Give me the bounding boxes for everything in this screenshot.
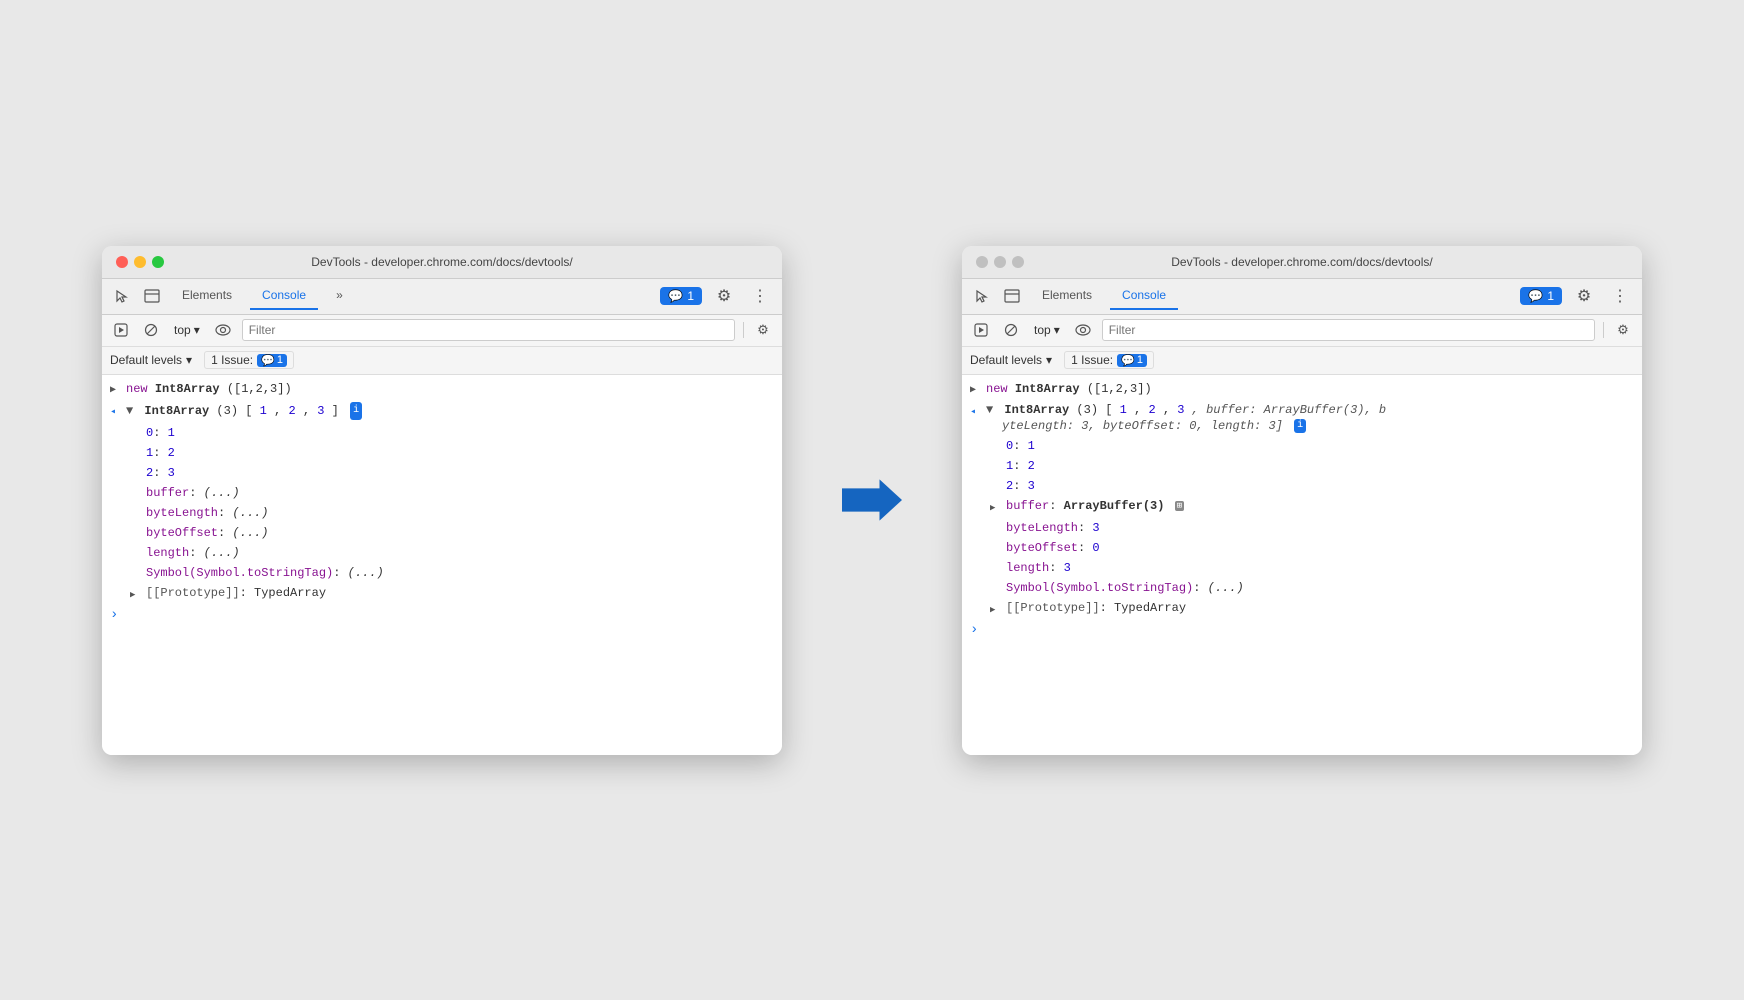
right-maximize-button[interactable] <box>1012 256 1024 268</box>
context-label: top <box>174 323 191 337</box>
issues-count: 💬 1 <box>257 354 287 367</box>
console-prop-proto: ▶ [[Prototype]]: TypedArray <box>102 583 782 605</box>
right-more-icon[interactable]: ⋮ <box>1606 282 1634 310</box>
window-title: DevTools - developer.chrome.com/docs/dev… <box>311 255 572 269</box>
right-separator <box>1603 322 1604 338</box>
left-tab-bar: Elements Console » 💬 1 ⚙ ⋮ <box>102 279 782 315</box>
right-expand-back-arrow[interactable]: ◂ <box>970 402 986 422</box>
console-prop-symbol: Symbol(Symbol.toStringTag): (...) <box>102 563 782 583</box>
context-selector[interactable]: top ▾ <box>170 321 204 339</box>
right-console-content: ▶ new Int8Array ([1,2,3]) ◂ ▼ Int8Array … <box>962 375 1642 755</box>
default-levels[interactable]: Default levels ▾ <box>110 353 192 367</box>
right-context-label: top <box>1034 323 1051 337</box>
right-tab-console[interactable]: Console <box>1110 282 1178 310</box>
left-console-content: ▶ new Int8Array ([1,2,3]) ◂ ▼ Int8Array … <box>102 375 782 755</box>
cursor-icon[interactable] <box>110 284 134 308</box>
right-console-prop-1: 1: 2 <box>962 456 1642 476</box>
settings-small-icon[interactable]: ⚙ <box>752 319 774 341</box>
issues-badge[interactable]: 1 Issue: 💬 1 <box>204 351 294 369</box>
console-output-header: ◂ ▼ Int8Array (3) [ 1 , 2 , 3 ] i <box>102 401 782 423</box>
dock-icon[interactable] <box>140 284 164 308</box>
right-console-prop-bytelength: byteLength: 3 <box>962 518 1642 538</box>
close-button[interactable] <box>116 256 128 268</box>
right-context-selector[interactable]: top ▾ <box>1030 321 1064 339</box>
right-close-button[interactable] <box>976 256 988 268</box>
right-console-prop-buffer: ▶ buffer: ArrayBuffer(3) ⊞ <box>962 496 1642 518</box>
right-settings-small-icon[interactable]: ⚙ <box>1612 319 1634 341</box>
left-tab-bar-left: Elements Console » <box>110 282 355 310</box>
right-console-prop-symbol: Symbol(Symbol.toStringTag): (...) <box>962 578 1642 598</box>
console-prop-1: 1: 2 <box>102 443 782 463</box>
right-issues-count: 💬 1 <box>1117 354 1147 367</box>
right-play-icon[interactable] <box>970 319 992 341</box>
tab-elements[interactable]: Elements <box>170 282 244 310</box>
left-title-bar: DevTools - developer.chrome.com/docs/dev… <box>102 246 782 279</box>
chevron-down-icon: ▾ <box>194 323 200 337</box>
left-issues-bar: Default levels ▾ 1 Issue: 💬 1 <box>102 347 782 375</box>
right-tab-bar: Elements Console 💬 1 ⚙ ⋮ <box>962 279 1642 315</box>
right-tab-bar-right: 💬 1 ⚙ ⋮ <box>1520 282 1634 310</box>
console-prop-byteoffset: byteOffset: (...) <box>102 523 782 543</box>
right-tab-bar-left: Elements Console <box>970 282 1178 310</box>
console-prop-2: 2: 3 <box>102 463 782 483</box>
right-default-levels[interactable]: Default levels ▾ <box>970 353 1052 367</box>
right-console-prop-byteoffset: byteOffset: 0 <box>962 538 1642 558</box>
right-cursor-icon[interactable] <box>970 284 994 308</box>
left-devtools-window: DevTools - developer.chrome.com/docs/dev… <box>102 246 782 755</box>
console-prop-length: length: (...) <box>102 543 782 563</box>
right-issues-badge[interactable]: 1 Issue: 💬 1 <box>1064 351 1154 369</box>
right-issues-bar: Default levels ▾ 1 Issue: 💬 1 <box>962 347 1642 375</box>
tab-more[interactable]: » <box>324 282 355 310</box>
eye-icon[interactable] <box>212 319 234 341</box>
tab-console[interactable]: Console <box>250 282 318 310</box>
console-prop-buffer: buffer: (...) <box>102 483 782 503</box>
right-tab-elements[interactable]: Elements <box>1030 282 1104 310</box>
right-minimize-button[interactable] <box>994 256 1006 268</box>
right-console-input-line: ▶ new Int8Array ([1,2,3]) <box>962 379 1642 401</box>
right-chevron-down-icon2: ▾ <box>1046 353 1052 367</box>
right-filter-input[interactable] <box>1102 319 1595 341</box>
transition-arrow <box>842 475 902 525</box>
right-issues-badge-btn[interactable]: 💬 1 <box>1520 287 1562 305</box>
settings-icon[interactable]: ⚙ <box>710 282 738 310</box>
right-console-prop-length: length: 3 <box>962 558 1642 578</box>
more-icon[interactable]: ⋮ <box>746 282 774 310</box>
left-console-toolbar: top ▾ ⚙ <box>102 315 782 347</box>
traffic-lights <box>116 256 164 268</box>
expand-back-arrow[interactable]: ◂ <box>110 402 126 422</box>
right-console-toolbar: top ▾ ⚙ <box>962 315 1642 347</box>
console-prop-0: 0: 1 <box>102 423 782 443</box>
left-tab-bar-right: 💬 1 ⚙ ⋮ <box>660 282 774 310</box>
right-devtools-window: DevTools - developer.chrome.com/docs/dev… <box>962 246 1642 755</box>
console-input-line: ▶ new Int8Array ([1,2,3]) <box>102 379 782 401</box>
right-expand-arrow[interactable]: ▶ <box>970 380 986 400</box>
right-console-prop-2: 2: 3 <box>962 476 1642 496</box>
ban-icon[interactable] <box>140 319 162 341</box>
right-console-prop-0: 0: 1 <box>962 436 1642 456</box>
minimize-button[interactable] <box>134 256 146 268</box>
right-console-output-header: ◂ ▼ Int8Array (3) [ 1 , 2 , 3 , buffer: … <box>962 401 1642 437</box>
right-settings-icon[interactable]: ⚙ <box>1570 282 1598 310</box>
right-arrow-icon <box>842 475 902 525</box>
issues-badge-btn[interactable]: 💬 1 <box>660 287 702 305</box>
chat-icon: 💬 <box>668 289 683 303</box>
expand-arrow[interactable]: ▶ <box>110 380 126 400</box>
right-window-title: DevTools - developer.chrome.com/docs/dev… <box>1171 255 1432 269</box>
right-ban-icon[interactable] <box>1000 319 1022 341</box>
right-dock-icon[interactable] <box>1000 284 1024 308</box>
right-eye-icon[interactable] <box>1072 319 1094 341</box>
chevron-down-icon: ▾ <box>186 353 192 367</box>
right-chat-icon: 💬 <box>1528 289 1543 303</box>
right-traffic-lights <box>976 256 1024 268</box>
maximize-button[interactable] <box>152 256 164 268</box>
right-console-prop-proto: ▶ [[Prototype]]: TypedArray <box>962 598 1642 620</box>
right-console-prompt[interactable]: › <box>962 620 1642 640</box>
filter-input[interactable] <box>242 319 735 341</box>
play-icon[interactable] <box>110 319 132 341</box>
separator <box>743 322 744 338</box>
right-title-bar: DevTools - developer.chrome.com/docs/dev… <box>962 246 1642 279</box>
console-prompt[interactable]: › <box>102 605 782 625</box>
console-prop-bytelength: byteLength: (...) <box>102 503 782 523</box>
right-chevron-down-icon: ▾ <box>1054 323 1060 337</box>
